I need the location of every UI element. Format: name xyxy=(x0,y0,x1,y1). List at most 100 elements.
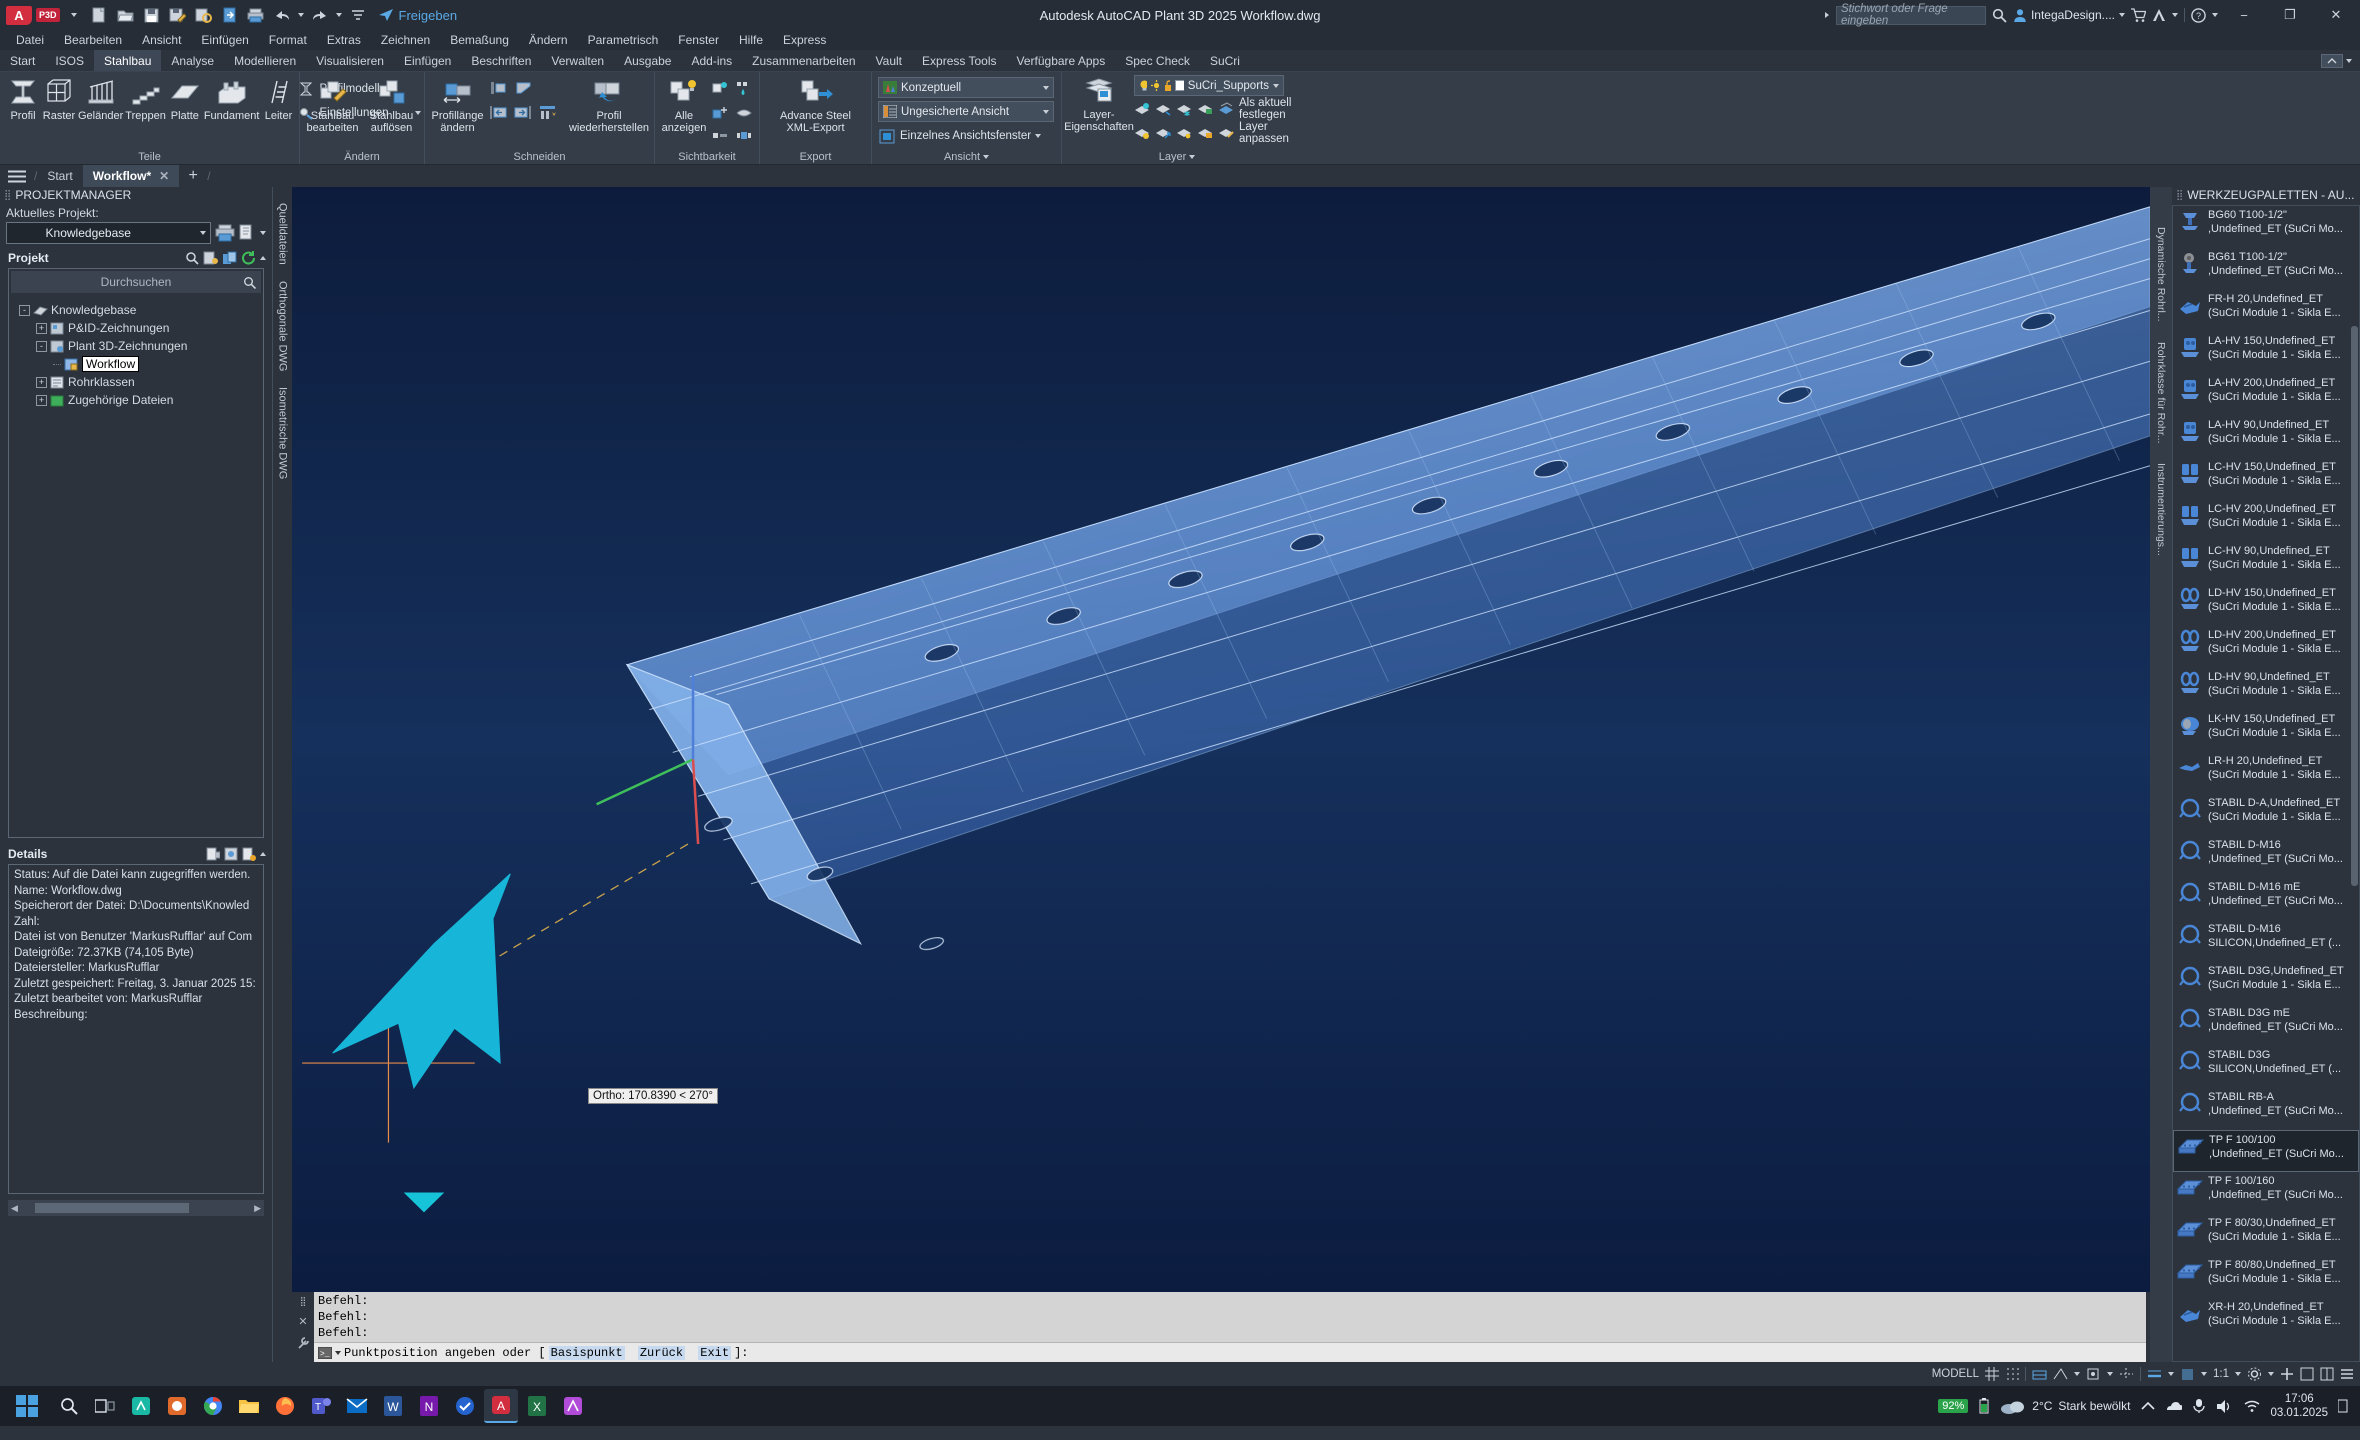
open-icon[interactable] xyxy=(114,4,138,26)
shorten-right-icon[interactable] xyxy=(514,103,532,121)
user-account-menu[interactable]: IntegaDesign.... xyxy=(2013,8,2125,22)
publish-icon[interactable] xyxy=(218,4,242,26)
details-properties-icon[interactable] xyxy=(242,847,256,861)
search-expand-icon[interactable] xyxy=(1824,12,1829,18)
tree-node-p-id-zeichnungen[interactable]: + P&ID-Zeichnungen xyxy=(13,319,259,337)
raster-button[interactable]: Raster xyxy=(42,76,76,122)
fundament-button[interactable]: Fundament xyxy=(204,76,259,122)
search-icon[interactable] xyxy=(185,251,199,265)
maximize-viewport-icon[interactable] xyxy=(2300,1367,2314,1381)
customize-status-icon[interactable] xyxy=(2340,1367,2354,1381)
panel-expand-icon[interactable] xyxy=(983,154,990,159)
platte-button[interactable]: Platte xyxy=(168,76,202,122)
chevron-down-icon[interactable] xyxy=(2268,1372,2274,1376)
search-icon[interactable] xyxy=(1992,8,2007,23)
layer-merge-icon[interactable] xyxy=(1218,124,1234,142)
chevron-down-icon[interactable] xyxy=(1043,109,1049,114)
palette-item[interactable]: STABIL D-M16 SILICON,Undefined_ET (... xyxy=(2173,920,2359,962)
palette-item[interactable]: TP F 80/30,Undefined_ET (SuCri Module 1 -… xyxy=(2173,1214,2359,1256)
palette-vtab[interactable]: Dynamische Rohrl... xyxy=(2152,217,2170,332)
cart-icon[interactable] xyxy=(2131,8,2146,22)
palette-scrollbar[interactable] xyxy=(2351,326,2358,886)
refresh-icon[interactable] xyxy=(241,251,256,265)
menu-item-express[interactable]: Express xyxy=(773,33,836,47)
details-export-icon[interactable] xyxy=(206,847,220,861)
otrack-icon[interactable] xyxy=(2119,1367,2134,1381)
snap-icon[interactable] xyxy=(2005,1367,2019,1381)
menu-item-ansicht[interactable]: Ansicht xyxy=(132,33,191,47)
annotation-scale[interactable]: 1:1 xyxy=(2213,1368,2229,1380)
palette-item[interactable]: LD-HV 200,Undefined_ET (SuCri Module 1 - … xyxy=(2173,626,2359,668)
keyword-zurueck[interactable]: Zurück xyxy=(637,1345,686,1360)
palette-item[interactable]: LD-HV 90,Undefined_ET (SuCri Module 1 - S… xyxy=(2173,668,2359,710)
save-as-icon[interactable] xyxy=(166,4,190,26)
palette-item[interactable]: TP F 100/100 ,Undefined_ET (SuCri Mo... xyxy=(2173,1130,2359,1172)
search-taskbar-icon[interactable] xyxy=(52,1389,86,1423)
chevron-down-icon[interactable] xyxy=(200,231,206,235)
new-drawing-icon[interactable] xyxy=(203,251,218,265)
chevron-down-icon[interactable] xyxy=(2168,1372,2174,1376)
visual-style-combo[interactable]: Konzeptuell xyxy=(878,77,1054,98)
ribbon-tab-add-ins[interactable]: Add-ins xyxy=(681,50,742,71)
word-icon[interactable]: W xyxy=(376,1389,410,1423)
maximize-button[interactable]: ❐ xyxy=(2270,0,2310,30)
palette-item[interactable]: TP F 80/80,Undefined_ET (SuCri Module 1 -… xyxy=(2173,1256,2359,1298)
menu-item-extras[interactable]: Extras xyxy=(317,33,371,47)
print-icon[interactable] xyxy=(244,4,268,26)
drag-grip-icon[interactable]: ⣿ xyxy=(4,190,11,201)
palette-item[interactable]: BG60 T100-1/2" ,Undefined_ET (SuCri Mo... xyxy=(2173,206,2359,248)
advance-steel-xml-export-button[interactable]: Advance Steel XML-Export xyxy=(768,76,864,134)
menu-item-datei[interactable]: Datei xyxy=(6,33,54,47)
command-dropdown-icon[interactable] xyxy=(335,1350,341,1355)
palette-item[interactable]: LA-HV 200,Undefined_ET (SuCri Module 1 - … xyxy=(2173,374,2359,416)
close-button[interactable]: ✕ xyxy=(2316,0,2356,30)
ribbon-tab-analyse[interactable]: Analyse xyxy=(161,50,224,71)
autocad-taskbar-icon[interactable]: A xyxy=(484,1389,518,1423)
keyword-basispunkt[interactable]: Basispunkt xyxy=(548,1345,625,1360)
menu-item-format[interactable]: Format xyxy=(259,33,317,47)
autocad-logo-icon[interactable]: A xyxy=(6,5,32,25)
autodesk-dropdown-icon[interactable] xyxy=(2172,13,2178,17)
layer-set-current-icon[interactable] xyxy=(1218,100,1234,118)
menu-item-bema-ung[interactable]: Bemaßung xyxy=(440,33,519,47)
tree-expander-icon[interactable]: - xyxy=(19,304,30,316)
search-icon[interactable] xyxy=(243,276,256,289)
tree-expander-icon[interactable]: + xyxy=(36,322,47,334)
leiter-button[interactable]: Leiter xyxy=(261,76,295,122)
chevron-down-icon[interactable] xyxy=(1043,85,1049,90)
osnap-icon[interactable] xyxy=(2086,1367,2101,1381)
command-close-icon[interactable]: ✕ xyxy=(298,1315,307,1328)
app-orange-icon[interactable] xyxy=(160,1389,194,1423)
panel-expand-icon[interactable] xyxy=(1189,154,1196,159)
ribbon-tab-stahlbau[interactable]: Stahlbau xyxy=(94,50,162,71)
details-hscrollbar[interactable]: ◀ ▶ xyxy=(8,1200,264,1216)
layer-thaw-icon[interactable] xyxy=(1176,124,1192,142)
help-icon[interactable]: ? xyxy=(2191,7,2206,23)
layer-unisolate-icon[interactable] xyxy=(1155,100,1171,118)
undo-dropdown-icon[interactable] xyxy=(296,4,306,26)
plot-preview-icon[interactable] xyxy=(192,4,216,26)
teams-icon[interactable]: T xyxy=(304,1389,338,1423)
hide-object-icon[interactable] xyxy=(735,103,753,121)
new-icon[interactable] xyxy=(88,4,112,26)
palette-item[interactable]: XR-H 20,Undefined_ET (SuCri Module 1 - Si… xyxy=(2173,1298,2359,1340)
scroll-left-icon[interactable]: ◀ xyxy=(8,1203,21,1214)
palette-item[interactable]: STABIL D-M16 mE ,Undefined_ET (SuCri Mo..… xyxy=(2173,878,2359,920)
palette-item[interactable]: STABIL D3G SILICON,Undefined_ET (... xyxy=(2173,1046,2359,1088)
ribbon-tab-start[interactable]: Start xyxy=(0,50,45,71)
model-space-button[interactable]: MODELL xyxy=(1932,1368,1979,1380)
als-aktuell-festlegen-label[interactable]: Als aktuell festlegen xyxy=(1239,97,1299,121)
notification-icon[interactable] xyxy=(2338,1396,2348,1416)
isolate-icon[interactable] xyxy=(711,79,729,97)
ribbon-tab-spec-check[interactable]: Spec Check xyxy=(1115,50,1200,71)
app-teal-icon[interactable] xyxy=(124,1389,158,1423)
tree-node-workflow[interactable]: Workflow xyxy=(13,355,259,373)
current-project-select[interactable]: Knowledgebase xyxy=(6,222,211,244)
ribbon-tab-express-tools[interactable]: Express Tools xyxy=(912,50,1006,71)
file-tab-start[interactable]: Start xyxy=(37,165,82,187)
print-project-icon[interactable] xyxy=(215,224,235,242)
vtab-orthogonale-dwg[interactable]: Orthogonale DWG xyxy=(275,273,291,379)
lineweight-icon[interactable] xyxy=(2147,1367,2162,1381)
ribbon-tab-beschriften[interactable]: Beschriften xyxy=(461,50,541,71)
grid-icon[interactable] xyxy=(1985,1367,1999,1381)
